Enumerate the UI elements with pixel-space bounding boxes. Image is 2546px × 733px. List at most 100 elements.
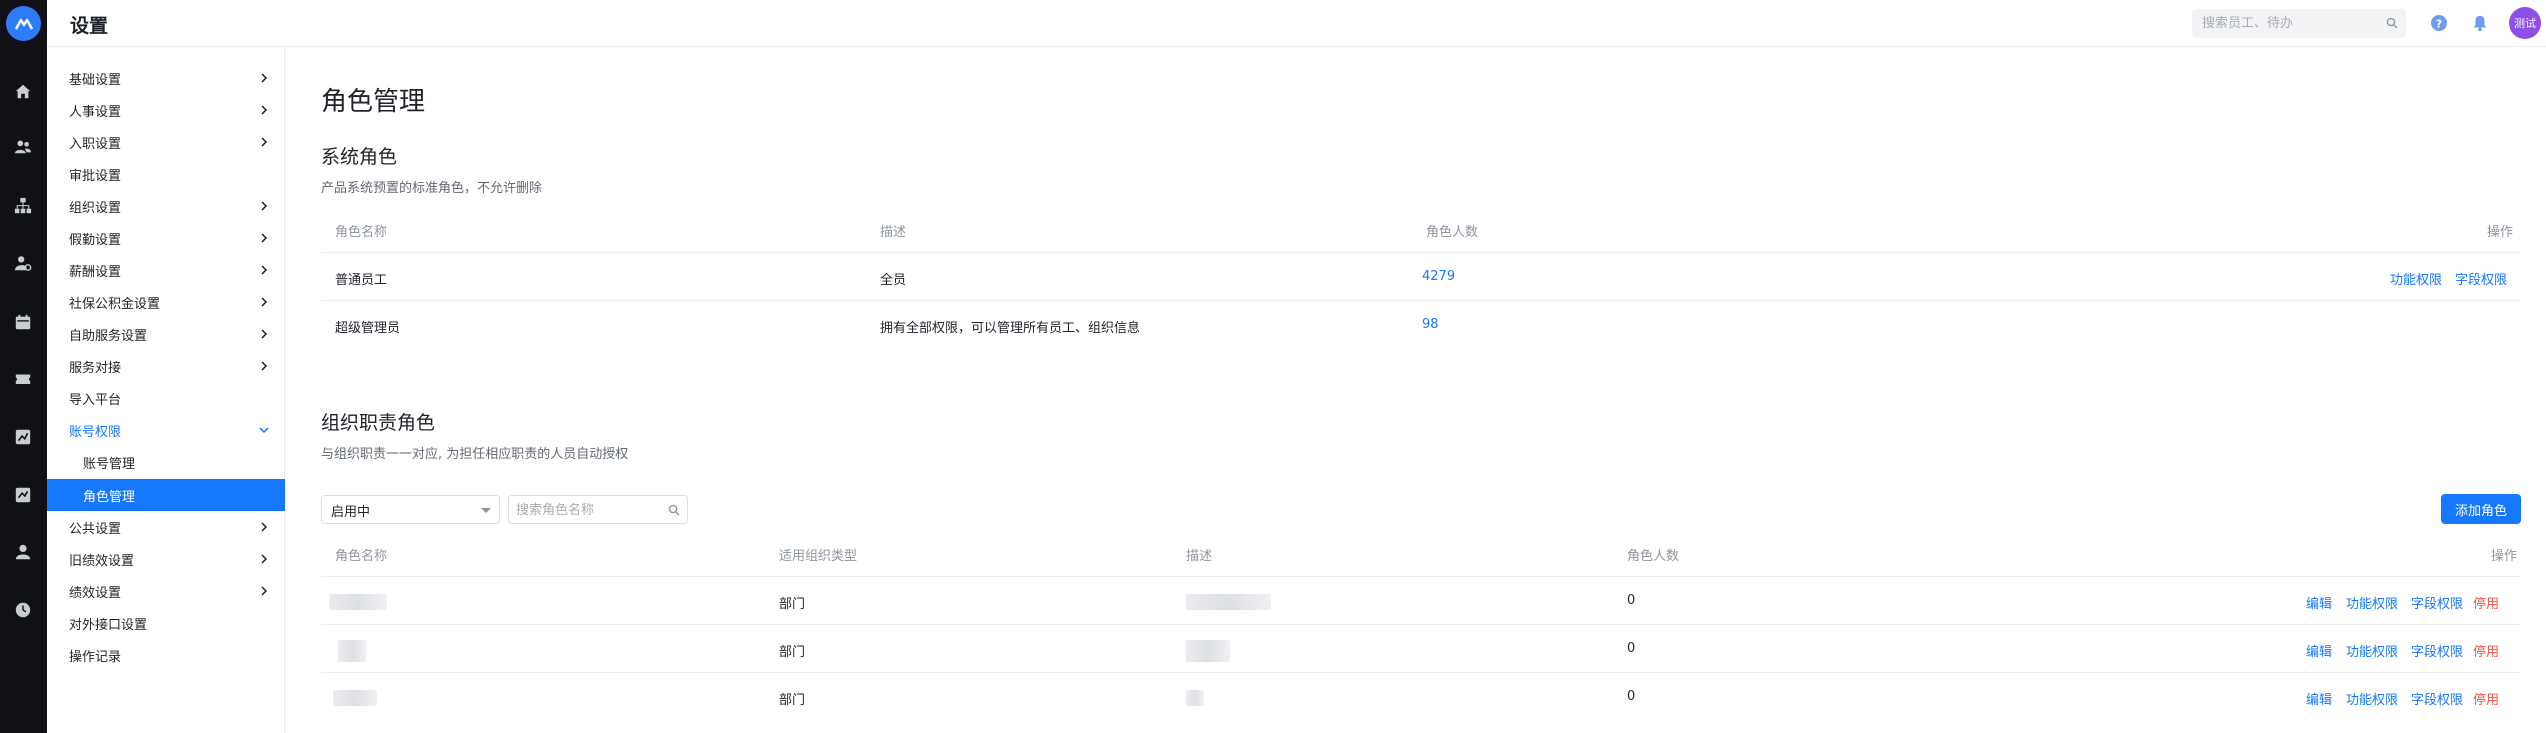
sidebar-item[interactable]: 角色管理 [47, 479, 285, 511]
sidebar-item[interactable]: 操作记录 [47, 639, 285, 671]
report-icon[interactable] [10, 482, 36, 508]
org-tree-icon[interactable] [10, 193, 36, 219]
user-settings-icon[interactable] [10, 250, 36, 276]
role-count-link[interactable]: 98 [1422, 317, 1439, 332]
disable-link[interactable]: 停用 [2473, 641, 2499, 660]
sidebar-item[interactable]: 导入平台 [47, 382, 285, 414]
sidebar-item-label: 薪酬设置 [69, 264, 122, 280]
role-count-link[interactable]: 4279 [1422, 269, 1455, 284]
ticket-icon[interactable] [10, 366, 36, 392]
clock-icon[interactable] [10, 597, 36, 623]
org-type: 部门 [779, 693, 806, 708]
add-role-button[interactable]: 添加角色 [2441, 494, 2521, 524]
status-filter-select[interactable]: 启用中 [321, 495, 500, 524]
sidebar-item[interactable]: 服务对接 [47, 350, 285, 382]
home-icon[interactable] [10, 79, 36, 105]
search-icon [668, 504, 680, 516]
sidebar-item[interactable]: 旧绩效设置 [47, 543, 285, 575]
column-header-org-type: 适用组织类型 [779, 549, 858, 564]
sidebar-item[interactable]: 假勤设置 [47, 222, 285, 254]
edit-link[interactable]: 编辑 [2306, 689, 2332, 708]
sidebar-item-label: 对外接口设置 [69, 617, 148, 633]
settings-sidebar: 基础设置人事设置入职设置 审批设置 组织设置 假勤设置薪酬设置社保公积金设置自助服务设… [47, 47, 285, 733]
sidebar-item[interactable]: 入职设置 [47, 126, 285, 158]
sidebar-item[interactable]: 自助服务设置 [47, 318, 285, 350]
edit-link[interactable]: 编辑 [2306, 641, 2332, 660]
sidebar-item-label: 角色管理 [83, 489, 136, 505]
calendar-icon[interactable] [10, 309, 36, 335]
redacted-role-desc [1186, 690, 1204, 706]
top-header: 设置 ? 测试 [47, 0, 2546, 47]
sidebar-item[interactable]: 人事设置 [47, 94, 285, 126]
function-permission-link[interactable]: 功能权限 [2346, 641, 2398, 660]
sidebar-item[interactable]: 公共设置 [47, 511, 285, 543]
app-rail [0, 0, 47, 733]
chevron-right-icon [261, 73, 268, 83]
role-name: 普通员工 [335, 273, 388, 288]
function-permission-link[interactable]: 功能权限 [2346, 689, 2398, 708]
page-title: 角色管理 [321, 87, 426, 117]
global-search[interactable] [2192, 9, 2406, 38]
redacted-role-desc [1186, 594, 1271, 610]
field-permission-link[interactable]: 字段权限 [2411, 593, 2463, 612]
column-header-name: 角色名称 [335, 225, 388, 240]
role-name: 超级管理员 [335, 321, 401, 336]
role-count: 0 [1627, 641, 1636, 656]
chevron-right-icon [261, 361, 268, 371]
svg-text:?: ? [2436, 18, 2442, 31]
column-header-actions: 操作 [2487, 225, 2514, 240]
divider [321, 576, 2521, 577]
sidebar-item[interactable]: 审批设置 [47, 158, 285, 190]
field-permission-link[interactable]: 字段权限 [2411, 689, 2463, 708]
person-icon[interactable] [10, 539, 36, 565]
sidebar-item[interactable]: 组织设置 [47, 190, 285, 222]
field-permission-link[interactable]: 字段权限 [2411, 641, 2463, 660]
chevron-down-icon [259, 427, 269, 434]
chevron-right-icon [261, 137, 268, 147]
sidebar-item-label: 社保公积金设置 [69, 296, 161, 312]
search-icon [2386, 17, 2398, 29]
sidebar-item-label: 导入平台 [69, 392, 122, 408]
sidebar-item-label: 操作记录 [69, 649, 122, 665]
function-permission-link[interactable]: 功能权限 [2390, 269, 2442, 288]
sidebar-item-label: 基础设置 [69, 72, 122, 88]
sidebar-item[interactable]: 对外接口设置 [47, 607, 285, 639]
system-roles-desc: 产品系统预置的标准角色，不允许删除 [321, 181, 543, 196]
role-desc: 全员 [880, 273, 907, 288]
role-search-input[interactable] [516, 501, 661, 519]
help-icon[interactable]: ? [2427, 11, 2451, 35]
function-permission-link[interactable]: 功能权限 [2346, 593, 2398, 612]
bell-icon[interactable] [2468, 11, 2492, 35]
sidebar-item-label: 绩效设置 [69, 585, 122, 601]
chevron-right-icon [261, 522, 268, 532]
chart-icon[interactable] [10, 424, 36, 450]
edit-link[interactable]: 编辑 [2306, 593, 2332, 612]
sidebar-item[interactable]: 账号管理 [47, 446, 285, 478]
disable-link[interactable]: 停用 [2473, 593, 2499, 612]
redacted-role-desc [1186, 640, 1230, 662]
people-icon[interactable] [10, 134, 36, 160]
page-header-title: 设置 [70, 15, 109, 37]
column-header-actions: 操作 [2491, 549, 2518, 564]
org-roles-title: 组织职责角色 [321, 412, 436, 434]
divider [321, 672, 2521, 673]
role-count: 0 [1627, 593, 1636, 608]
sidebar-item[interactable]: 薪酬设置 [47, 254, 285, 286]
disable-link[interactable]: 停用 [2473, 689, 2499, 708]
sidebar-item[interactable]: 绩效设置 [47, 575, 285, 607]
field-permission-link[interactable]: 字段权限 [2455, 269, 2507, 288]
system-roles-title: 系统角色 [321, 146, 398, 168]
role-search[interactable] [508, 495, 688, 524]
sidebar-item-label: 人事设置 [69, 104, 122, 120]
redacted-role-name [329, 594, 387, 610]
sidebar-item[interactable]: 账号权限 [47, 414, 285, 446]
column-header-count: 角色人数 [1426, 225, 1479, 240]
sidebar-item[interactable]: 基础设置 [47, 62, 285, 94]
column-header-count: 角色人数 [1627, 549, 1680, 564]
logo-icon[interactable] [6, 6, 41, 41]
avatar[interactable]: 测试 [2509, 7, 2541, 39]
chevron-right-icon [261, 265, 268, 275]
global-search-input[interactable] [2202, 14, 2382, 33]
main-content: 角色管理 系统角色 产品系统预置的标准角色，不允许删除 角色名称 描述 角色人数… [286, 47, 2546, 733]
sidebar-item[interactable]: 社保公积金设置 [47, 286, 285, 318]
